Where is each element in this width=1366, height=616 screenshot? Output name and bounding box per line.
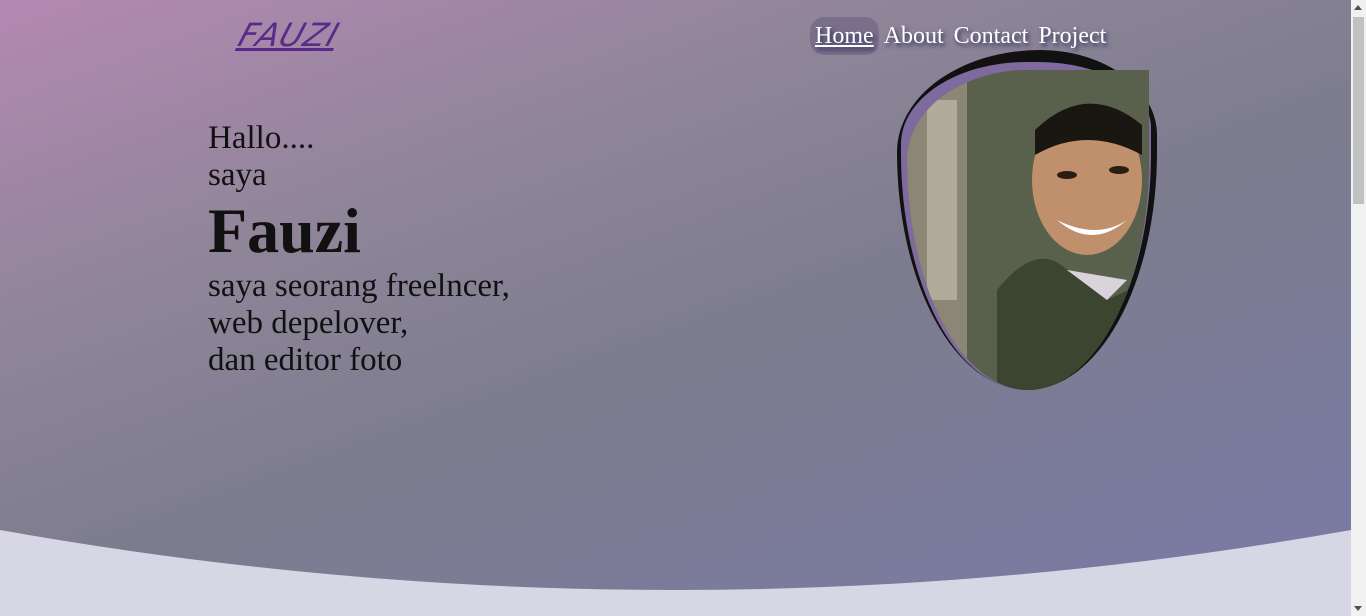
page-scrollbar[interactable]: [1351, 0, 1366, 616]
description-line-2: web depelover,: [208, 305, 409, 341]
pre-name: saya: [208, 157, 267, 193]
profile-photo-container: [897, 50, 1157, 390]
description-line-3: dan editor foto: [208, 342, 403, 378]
intro-text: Hallo.... saya Fauzi saya seorang freeln…: [208, 120, 510, 379]
scrollbar-thumb[interactable]: [1353, 17, 1364, 204]
site-logo[interactable]: FAUZI: [234, 16, 345, 54]
portrait-illustration: [907, 70, 1149, 390]
greeting: Hallo....: [208, 120, 315, 156]
profile-photo: [907, 70, 1149, 390]
person-name: Fauzi: [208, 195, 361, 266]
scroll-down-icon[interactable]: [1354, 606, 1362, 611]
hero-section: FAUZI Home About Contact Project Hallo..…: [0, 0, 1351, 616]
nav-home[interactable]: Home: [810, 17, 879, 55]
description-line-1: saya seorang freelncer,: [208, 268, 510, 304]
scroll-up-icon[interactable]: [1354, 5, 1362, 10]
